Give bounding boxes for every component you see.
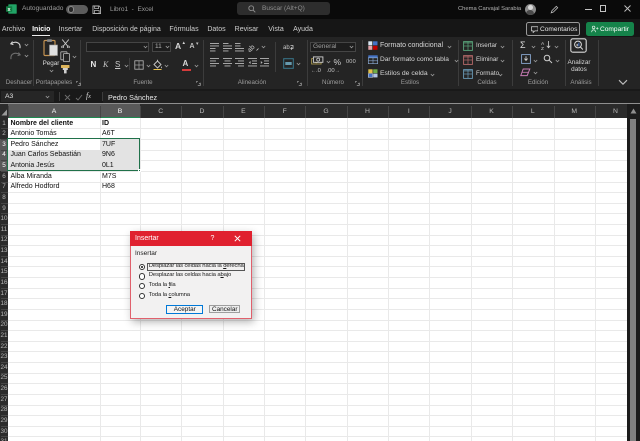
- svg-text:Z: Z: [541, 46, 544, 50]
- svg-text:ab: ab: [248, 44, 257, 52]
- svg-text:ab: ab: [283, 45, 290, 51]
- svg-text:A: A: [541, 41, 545, 47]
